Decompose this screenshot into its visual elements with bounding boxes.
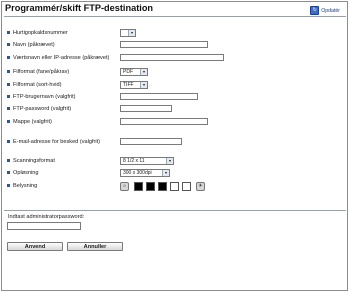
row-host: Værtsnavn eller IP-adresse (påkrævet) <box>7 53 109 62</box>
row-shortcut: Hurtigopkaldsnummer <box>7 28 68 37</box>
bullet-icon <box>7 184 10 187</box>
shortcut-select[interactable]: ▾ <box>120 29 136 37</box>
label-resolution: Opløsning <box>13 169 39 176</box>
exposure-level-3[interactable] <box>158 182 167 191</box>
chevron-down-icon: ▾ <box>162 170 169 176</box>
label-file-format-single: Filformat (sort-hvid) <box>13 81 62 88</box>
cancel-button[interactable]: Annuller <box>67 242 123 251</box>
admin-password-label: Indtast administratorpassword: <box>8 214 85 220</box>
page-title: Programmér/skift FTP-destination <box>5 3 154 13</box>
row-ftp-username: FTP-brugernavn (valgfrit) <box>7 92 75 101</box>
label-name: Navn (påkrævet) <box>13 41 55 48</box>
label-file-format-multi: Filformat (fane/påkrav) <box>13 68 70 75</box>
refresh-button[interactable]: ↻ Opdatér <box>310 6 340 15</box>
row-resolution: Opløsning <box>7 168 39 177</box>
bullet-icon <box>7 70 10 73</box>
label-ftp-password: FTP-password (valgfrit) <box>13 105 72 112</box>
chevron-down-icon: ▾ <box>140 82 147 88</box>
bullet-icon <box>7 140 10 143</box>
bullet-icon <box>7 159 10 162</box>
file-format-single-value: TIFF <box>123 82 134 88</box>
exposure-lighter-icon[interactable]: ☼ <box>120 182 129 191</box>
row-email: E-mail-adresse for besked (valgfrit) <box>7 137 100 146</box>
name-input[interactable] <box>120 41 208 48</box>
section-divider <box>4 210 346 211</box>
exposure-level-1[interactable] <box>134 182 143 191</box>
exposure-selector: ☼ ☀ <box>120 182 210 192</box>
bullet-icon <box>7 171 10 174</box>
bullet-icon <box>7 83 10 86</box>
row-file-format-multi: Filformat (fane/påkrav) <box>7 67 69 76</box>
scan-format-select[interactable]: 8 1/2 x 11 ▾ <box>120 157 174 165</box>
label-email: E-mail-adresse for besked (valgfrit) <box>13 138 101 145</box>
label-exposure: Belysning <box>13 182 38 189</box>
row-file-format-single: Filformat (sort-hvid) <box>7 80 61 89</box>
admin-password-input[interactable] <box>7 222 81 230</box>
email-input[interactable] <box>120 138 182 145</box>
label-scan-format: Scanningsformat <box>13 157 55 164</box>
row-scan-format: Scanningsformat <box>7 156 55 165</box>
resolution-value: 300 x 300dpi <box>123 170 152 176</box>
bullet-icon <box>7 56 10 59</box>
row-exposure: Belysning <box>7 181 37 190</box>
apply-button[interactable]: Anvend <box>7 242 63 251</box>
bullet-icon <box>7 120 10 123</box>
file-format-multi-value: PDF <box>123 69 133 75</box>
file-format-multi-select[interactable]: PDF ▾ <box>120 68 148 76</box>
label-shortcut: Hurtigopkaldsnummer <box>13 29 68 36</box>
label-host: Værtsnavn eller IP-adresse (påkrævet) <box>13 54 110 61</box>
exposure-level-4[interactable] <box>170 182 179 191</box>
row-ftp-password: FTP-password (valgfrit) <box>7 104 71 113</box>
title-divider <box>4 16 346 17</box>
refresh-icon: ↻ <box>310 6 320 15</box>
chevron-down-icon: ▾ <box>166 158 173 164</box>
host-input[interactable] <box>120 54 224 61</box>
scan-format-value: 8 1/2 x 11 <box>123 158 145 164</box>
bullet-icon <box>7 95 10 98</box>
file-format-single-select[interactable]: TIFF ▾ <box>120 81 148 89</box>
bullet-icon <box>7 107 10 110</box>
chevron-down-icon: ▾ <box>128 30 135 36</box>
folder-input[interactable] <box>120 118 208 125</box>
row-folder: Mappe (valgfrit) <box>7 117 52 126</box>
label-ftp-username: FTP-brugernavn (valgfrit) <box>13 93 76 100</box>
row-name: Navn (påkrævet) <box>7 40 55 49</box>
exposure-level-5[interactable] <box>182 182 191 191</box>
ftp-password-input[interactable] <box>120 105 172 112</box>
resolution-select[interactable]: 300 x 300dpi ▾ <box>120 169 170 177</box>
exposure-level-2[interactable] <box>146 182 155 191</box>
refresh-label: Opdatér <box>321 7 340 14</box>
label-folder: Mappe (valgfrit) <box>13 118 52 125</box>
chevron-down-icon: ▾ <box>140 69 147 75</box>
exposure-darker-icon[interactable]: ☀ <box>196 182 205 191</box>
bullet-icon <box>7 43 10 46</box>
bullet-icon <box>7 31 10 34</box>
ftp-username-input[interactable] <box>120 93 198 100</box>
